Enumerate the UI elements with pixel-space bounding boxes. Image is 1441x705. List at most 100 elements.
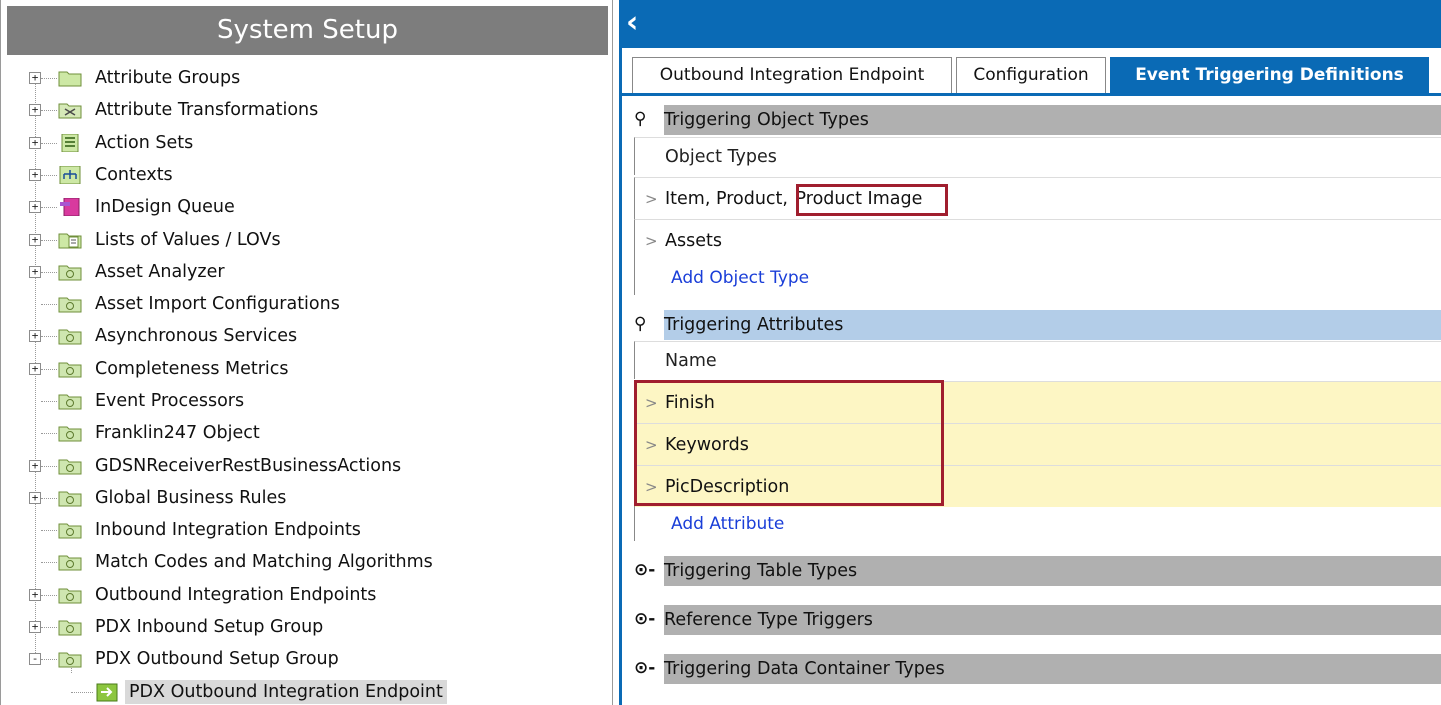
lov-icon	[58, 231, 82, 249]
tree-item[interactable]: PDX Outbound Integration Endpoint	[1, 676, 612, 705]
add-attribute-link[interactable]: Add Attribute	[634, 507, 1441, 541]
collapsed-pin-icon[interactable]: ⊙-	[634, 658, 662, 678]
tree-connector	[41, 336, 57, 337]
section-title: Triggering Table Types	[664, 561, 858, 581]
setup-folder-icon	[58, 327, 82, 345]
tree-item[interactable]: + Outbound Integration Endpoints	[1, 579, 612, 611]
section-triggering-object-types[interactable]: ⚲ Triggering Object Types	[634, 105, 1441, 135]
expand-toggle-icon[interactable]: +	[29, 201, 41, 213]
setup-folder-icon	[58, 521, 82, 539]
tab-outbound-integration-endpoint[interactable]: Outbound Integration Endpoint	[632, 57, 952, 93]
tree-item[interactable]: + GDSNReceiverRestBusinessActions	[1, 450, 612, 482]
section-triggering-table-types[interactable]: ⊙- Triggering Table Types	[634, 556, 1441, 586]
collapsed-pin-icon[interactable]: ⊙-	[634, 560, 662, 580]
expand-toggle-icon[interactable]: +	[29, 621, 41, 633]
setup-folder-icon	[58, 392, 82, 410]
tree-item[interactable]: Asset Import Configurations	[1, 288, 612, 320]
tree-connector	[41, 659, 57, 660]
column-header-name: Name	[634, 341, 1441, 379]
tree-item-label: Asset Analyzer	[95, 262, 225, 282]
row-label: Assets	[665, 231, 722, 251]
add-object-type-link[interactable]: Add Object Type	[634, 261, 1441, 295]
tree-item[interactable]: + PDX Inbound Setup Group	[1, 611, 612, 643]
tree-item[interactable]: Match Codes and Matching Algorithms	[1, 546, 612, 578]
expand-toggle-icon[interactable]: +	[29, 266, 41, 278]
tree-item[interactable]: + Asynchronous Services	[1, 320, 612, 352]
back-chevron-icon[interactable]: ‹	[626, 8, 656, 40]
chevron-right-icon[interactable]: >	[645, 220, 658, 262]
tree-item[interactable]: + Completeness Metrics	[1, 353, 612, 385]
setup-folder-icon	[58, 650, 82, 668]
tree-connector	[41, 627, 57, 628]
tree-connector	[41, 110, 57, 111]
tree-item[interactable]: Event Processors	[1, 385, 612, 417]
table-row[interactable]: > Item, Product, Product Image	[634, 177, 1441, 219]
tree-item-label: Franklin247 Object	[95, 423, 260, 443]
tree-item-label: PDX Outbound Integration Endpoint	[125, 680, 447, 704]
setup-folder-icon	[58, 360, 82, 378]
tree-connector	[41, 498, 57, 499]
transformations-icon	[58, 101, 82, 119]
tree-item[interactable]: + Attribute Transformations	[1, 94, 612, 126]
tree-item[interactable]: + InDesign Queue	[1, 191, 612, 223]
section-title: Triggering Object Types	[664, 110, 869, 130]
tree-item-label: GDSNReceiverRestBusinessActions	[95, 456, 402, 476]
tree-item-label: Lists of Values / LOVs	[95, 230, 281, 250]
column-header-object-types: Object Types	[634, 137, 1441, 175]
setup-folder-icon	[58, 457, 82, 475]
expand-toggle-icon[interactable]: +	[29, 137, 41, 149]
section-title: Triggering Attributes	[664, 315, 844, 335]
tree-item-label: Outbound Integration Endpoints	[95, 585, 377, 605]
section-triggering-data-container-types[interactable]: ⊙- Triggering Data Container Types	[634, 654, 1441, 684]
tab-configuration[interactable]: Configuration	[956, 57, 1106, 93]
expand-toggle-icon[interactable]: +	[29, 169, 41, 181]
expand-toggle-icon[interactable]: +	[29, 72, 41, 84]
tree-item-label: Action Sets	[95, 133, 194, 153]
section-triggering-attributes[interactable]: ⚲ Triggering Attributes	[634, 310, 1441, 340]
expand-toggle-icon[interactable]: +	[29, 104, 41, 116]
folder-icon	[58, 69, 82, 87]
endpoint-icon	[95, 683, 119, 702]
tree-item[interactable]: + Lists of Values / LOVs	[1, 224, 612, 256]
collapse-toggle-icon[interactable]: -	[29, 653, 41, 665]
tree-item[interactable]: Franklin247 Object	[1, 417, 612, 449]
chevron-right-icon[interactable]: >	[645, 178, 658, 220]
callout-box	[796, 184, 948, 216]
tree-item[interactable]: + Contexts	[1, 159, 612, 191]
collapsed-pin-icon[interactable]: ⊙-	[634, 609, 662, 629]
system-setup-panel: System Setup + Attribute Groups + Attribute…	[0, 0, 613, 705]
tree-item-label: Completeness Metrics	[95, 359, 289, 379]
tree-connector	[41, 304, 57, 305]
expand-toggle-icon[interactable]: +	[29, 589, 41, 601]
tree-item-label: InDesign Queue	[95, 197, 235, 217]
setup-folder-icon	[58, 553, 82, 571]
table-row[interactable]: > Assets	[634, 219, 1441, 261]
expand-toggle-icon[interactable]: +	[29, 460, 41, 472]
tree-item-label: Attribute Groups	[95, 68, 241, 88]
pin-icon[interactable]: ⚲	[634, 314, 662, 334]
section-reference-type-triggers[interactable]: ⊙- Reference Type Triggers	[634, 605, 1441, 635]
tree-connector	[41, 369, 57, 370]
tree-item-label: Contexts	[95, 165, 173, 185]
tree-item[interactable]: + Asset Analyzer	[1, 256, 612, 288]
expand-toggle-icon[interactable]: +	[29, 330, 41, 342]
tree-item[interactable]: + Attribute Groups	[1, 62, 612, 94]
tab-event-triggering-definitions[interactable]: Event Triggering Definitions	[1110, 57, 1429, 93]
tree-connector	[41, 143, 57, 144]
tree-item-label: PDX Inbound Setup Group	[95, 617, 324, 637]
expand-toggle-icon[interactable]: +	[29, 234, 41, 246]
panel-divider[interactable]	[613, 0, 622, 705]
tree-item-label: Asset Import Configurations	[95, 294, 340, 314]
callout-box	[634, 380, 944, 506]
tree-connector	[41, 401, 57, 402]
editor-toolbar: ‹	[622, 0, 1441, 48]
tree-item[interactable]: - PDX Outbound Setup Group	[1, 643, 612, 675]
expand-toggle-icon[interactable]: +	[29, 363, 41, 375]
tree-item-label: Event Processors	[95, 391, 245, 411]
tree-item[interactable]: + Global Business Rules	[1, 482, 612, 514]
pin-icon[interactable]: ⚲	[634, 109, 662, 129]
section-title: Triggering Data Container Types	[664, 659, 945, 679]
tree-item[interactable]: + Action Sets	[1, 127, 612, 159]
tree-item[interactable]: Inbound Integration Endpoints	[1, 514, 612, 546]
expand-toggle-icon[interactable]: +	[29, 492, 41, 504]
